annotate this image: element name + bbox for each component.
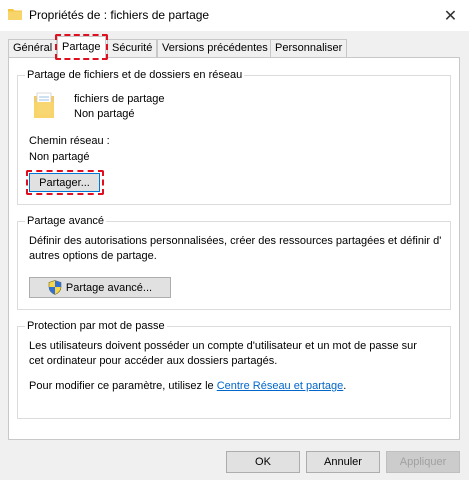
password-protection-title: Protection par mot de passe — [25, 320, 167, 332]
advanced-sharing-description-line2: autres options de partage. — [29, 250, 157, 262]
advanced-sharing-title: Partage avancé — [25, 215, 107, 227]
admin-shield-icon — [48, 280, 62, 295]
tab-general[interactable]: Général — [8, 39, 58, 58]
cancel-button[interactable]: Annuler — [306, 451, 380, 473]
password-change-text: Pour modifier ce paramètre, utilisez le — [29, 380, 217, 392]
shared-folder-icon — [33, 92, 55, 120]
network-path-label: Chemin réseau : — [29, 135, 110, 147]
password-change-suffix: . — [343, 380, 347, 392]
password-protection-description-line2: cet ordinateur pour accéder aux dossiers… — [29, 355, 278, 367]
advanced-sharing-button-label: Partage avancé... — [65, 281, 153, 294]
tab-versions-precedentes[interactable]: Versions précédentes — [157, 39, 273, 58]
folder-name: fichiers de partage — [74, 93, 165, 105]
tab-securite[interactable]: Sécurité — [107, 39, 158, 58]
tab-partage[interactable]: Partage — [57, 36, 106, 58]
folder-icon — [8, 8, 22, 20]
close-icon[interactable]: ✕ — [432, 0, 469, 31]
password-protection-description-line1: Les utilisateurs doivent posséder un com… — [29, 340, 417, 352]
folder-status: Non partagé — [74, 108, 135, 120]
ok-button[interactable]: OK — [226, 451, 300, 473]
share-button[interactable]: Partager... — [29, 173, 100, 192]
advanced-sharing-button[interactable]: Partage avancé... — [29, 277, 171, 298]
tab-personnaliser[interactable]: Personnaliser — [270, 39, 348, 58]
network-path-value: Non partagé — [29, 151, 90, 163]
network-sharing-title: Partage de fichiers et de dossiers en ré… — [25, 69, 245, 81]
apply-button[interactable]: Appliquer — [386, 451, 460, 473]
password-change-instruction: Pour modifier ce paramètre, utilisez le … — [29, 380, 346, 392]
window-title: Propriétés de : fichiers de partage — [29, 8, 210, 22]
network-sharing-center-link[interactable]: Centre Réseau et partage — [217, 380, 344, 392]
advanced-sharing-description-line1: Définir des autorisations personnalisées… — [29, 235, 442, 247]
